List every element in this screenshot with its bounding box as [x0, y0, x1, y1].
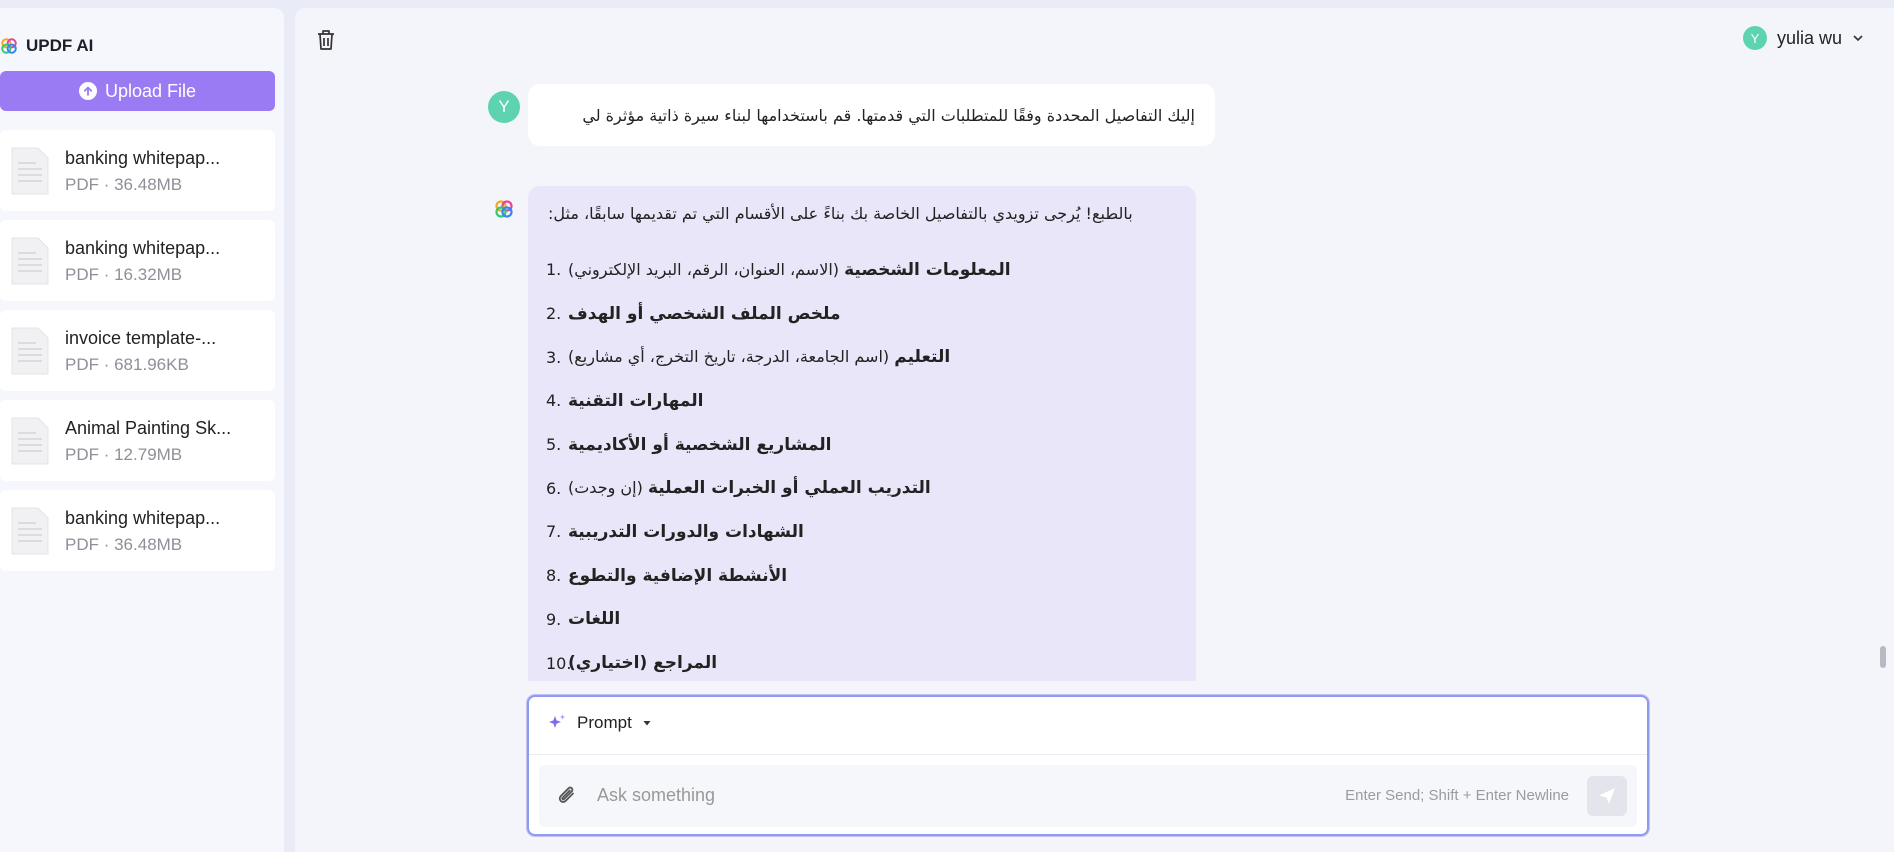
user-menu[interactable]: Y yulia wu [1742, 26, 1864, 50]
list-number: 1. [546, 260, 562, 280]
list-number: 7. [546, 522, 562, 542]
list-bold: التعليم [894, 347, 951, 368]
list-item: 7. الشهادات والدورات التدريبية [546, 510, 1011, 554]
ai-message: بالطبع! يُرجى تزويدي بالتفاصيل الخاصة بك… [528, 186, 1196, 681]
file-meta: PDF · 681.96KB [65, 355, 189, 374]
list-text: المعلومات الشخصية (الاسم، العنوان، الرقم… [568, 260, 1011, 280]
list-item: 1. المعلومات الشخصية (الاسم، العنوان، ال… [546, 248, 1011, 292]
list-text: الشهادات والدورات التدريبية [568, 522, 804, 542]
list-bold: التدريب العملي أو الخبرات العملية [647, 478, 931, 499]
file-name: invoice template-... [65, 328, 217, 348]
user-message-avatar: Y [488, 91, 520, 123]
list-item: 4. المهارات التقنية [546, 379, 1011, 423]
file-list: banking whitepap... PDF · 36.48MB bankin… [0, 130, 275, 580]
list-item: 5. المشاريع الشخصية أو الأكاديمية [546, 423, 1011, 467]
send-icon [1599, 788, 1615, 804]
file-item[interactable]: Animal Painting Sk... PDF · 12.79MB [0, 400, 275, 481]
list-text: اللغات [568, 609, 620, 629]
list-text: التدريب العملي أو الخبرات العملية (إن وج… [568, 478, 931, 498]
input-box: Enter Send; Shift + Enter Newline [539, 765, 1637, 827]
list-item: 10. المراجع (اختياري) [546, 641, 1011, 681]
sparkle-icon [549, 714, 565, 728]
file-item[interactable]: invoice template-... PDF · 681.96KB [0, 310, 275, 391]
list-bold: اللغات [568, 609, 621, 630]
ask-input[interactable] [597, 780, 1297, 810]
file-item[interactable]: banking whitepap... PDF · 36.48MB [0, 130, 275, 211]
list-rest: (إن وجدت) [568, 478, 648, 498]
list-number: 2. [546, 304, 562, 324]
ai-assistant-icon [495, 200, 513, 218]
user-message: إليك التفاصيل المحددة وفقًا للمتطلبات ال… [528, 84, 1215, 146]
list-item: 8. الأنشطة الإضافية والتطوع [546, 554, 1011, 598]
document-thumbnail-icon [11, 507, 49, 555]
prompt-dropdown[interactable]: Prompt [547, 713, 652, 733]
document-thumbnail-icon [11, 147, 49, 195]
list-number: 9. [546, 609, 562, 629]
paperclip-icon[interactable] [555, 783, 581, 809]
list-bold: ملخص الملف الشخصي أو الهدف [568, 303, 841, 324]
list-text: المهارات التقنية [568, 391, 703, 411]
list-bold: الأنشطة الإضافية والتطوع [568, 565, 788, 586]
list-number: 8. [546, 566, 562, 586]
upload-arrow-icon [78, 82, 97, 100]
list-bold: المعلومات الشخصية [844, 259, 1011, 280]
list-bold: المشاريع الشخصية أو الأكاديمية [568, 434, 832, 455]
scrollbar-thumb[interactable] [1880, 646, 1886, 668]
document-thumbnail-icon [11, 237, 49, 285]
avatar: Y [1742, 26, 1767, 50]
list-rest: (الاسم، العنوان، الرقم، البريد الإلكترون… [568, 259, 845, 279]
list-text: ملخص الملف الشخصي أو الهدف [568, 304, 840, 324]
list-bold: المراجع (اختياري) [568, 653, 718, 674]
list-number: 10. [546, 653, 572, 673]
user-name: yulia wu [1776, 27, 1842, 48]
send-button[interactable] [1587, 776, 1627, 816]
file-name: Animal Painting Sk... [65, 418, 232, 438]
brand: UPDF AI [0, 34, 93, 58]
list-number: 5. [546, 435, 562, 455]
list-text: المراجع (اختياري) [568, 653, 717, 673]
list-item: 3. التعليم (اسم الجامعة، الدرجة، تاريخ ا… [546, 335, 1011, 379]
list-text: المشاريع الشخصية أو الأكاديمية [568, 435, 832, 455]
composer: Prompt Enter Send; Shift + Enter Newline [527, 695, 1649, 836]
send-hint: Enter Send; Shift + Enter Newline [1345, 787, 1569, 804]
sidebar: UPDF AI Upload File banking whitepap... … [0, 8, 284, 852]
document-thumbnail-icon [11, 417, 49, 465]
file-name: banking whitepap... [65, 508, 221, 528]
list-item: 2. ملخص الملف الشخصي أو الهدف [546, 292, 1011, 336]
list-text: التعليم (اسم الجامعة، الدرجة، تاريخ التخ… [568, 347, 950, 367]
upload-file-button[interactable]: Upload File [0, 71, 275, 111]
file-meta: PDF · 36.48MB [65, 535, 183, 554]
list-text: الأنشطة الإضافية والتطوع [568, 566, 787, 586]
list-item: 6. التدريب العملي أو الخبرات العملية (إن… [546, 466, 1011, 510]
list-rest: (اسم الجامعة، الدرجة، تاريخ التخرج، أي م… [568, 347, 895, 367]
list-bold: الشهادات والدورات التدريبية [568, 521, 804, 542]
updf-logo-icon [1, 38, 17, 54]
list-bold: المهارات التقنية [568, 390, 704, 411]
file-meta: PDF · 16.32MB [65, 265, 183, 284]
list-number: 4. [546, 391, 562, 411]
file-meta: PDF · 36.48MB [65, 175, 183, 194]
caret-down-icon [643, 721, 651, 726]
list-item: 9. اللغات [546, 598, 1011, 642]
list-number: 3. [546, 347, 562, 367]
user-message-text: إليك التفاصيل المحددة وفقًا للمتطلبات ال… [582, 105, 1195, 125]
document-thumbnail-icon [11, 327, 49, 375]
brand-name: UPDF AI [26, 36, 94, 55]
upload-file-label: Upload File [104, 80, 197, 101]
file-name: banking whitepap... [65, 238, 221, 258]
file-meta: PDF · 12.79MB [65, 445, 183, 464]
chat-panel: Y yulia wu Y إليك التفاصيل المحددة وفقًا… [295, 8, 1894, 852]
prompt-label: Prompt [577, 713, 632, 732]
chevron-down-icon [1853, 35, 1863, 42]
ai-list: 1. المعلومات الشخصية (الاسم، العنوان، ال… [546, 248, 1011, 681]
ai-intro-text: بالطبع! يُرجى تزويدي بالتفاصيل الخاصة بك… [548, 204, 1133, 223]
trash-icon[interactable] [315, 28, 337, 52]
file-name: banking whitepap... [65, 148, 221, 168]
file-item[interactable]: banking whitepap... PDF · 36.48MB [0, 490, 275, 571]
divider [529, 754, 1647, 755]
file-item[interactable]: banking whitepap... PDF · 16.32MB [0, 220, 275, 301]
list-number: 6. [546, 478, 562, 498]
